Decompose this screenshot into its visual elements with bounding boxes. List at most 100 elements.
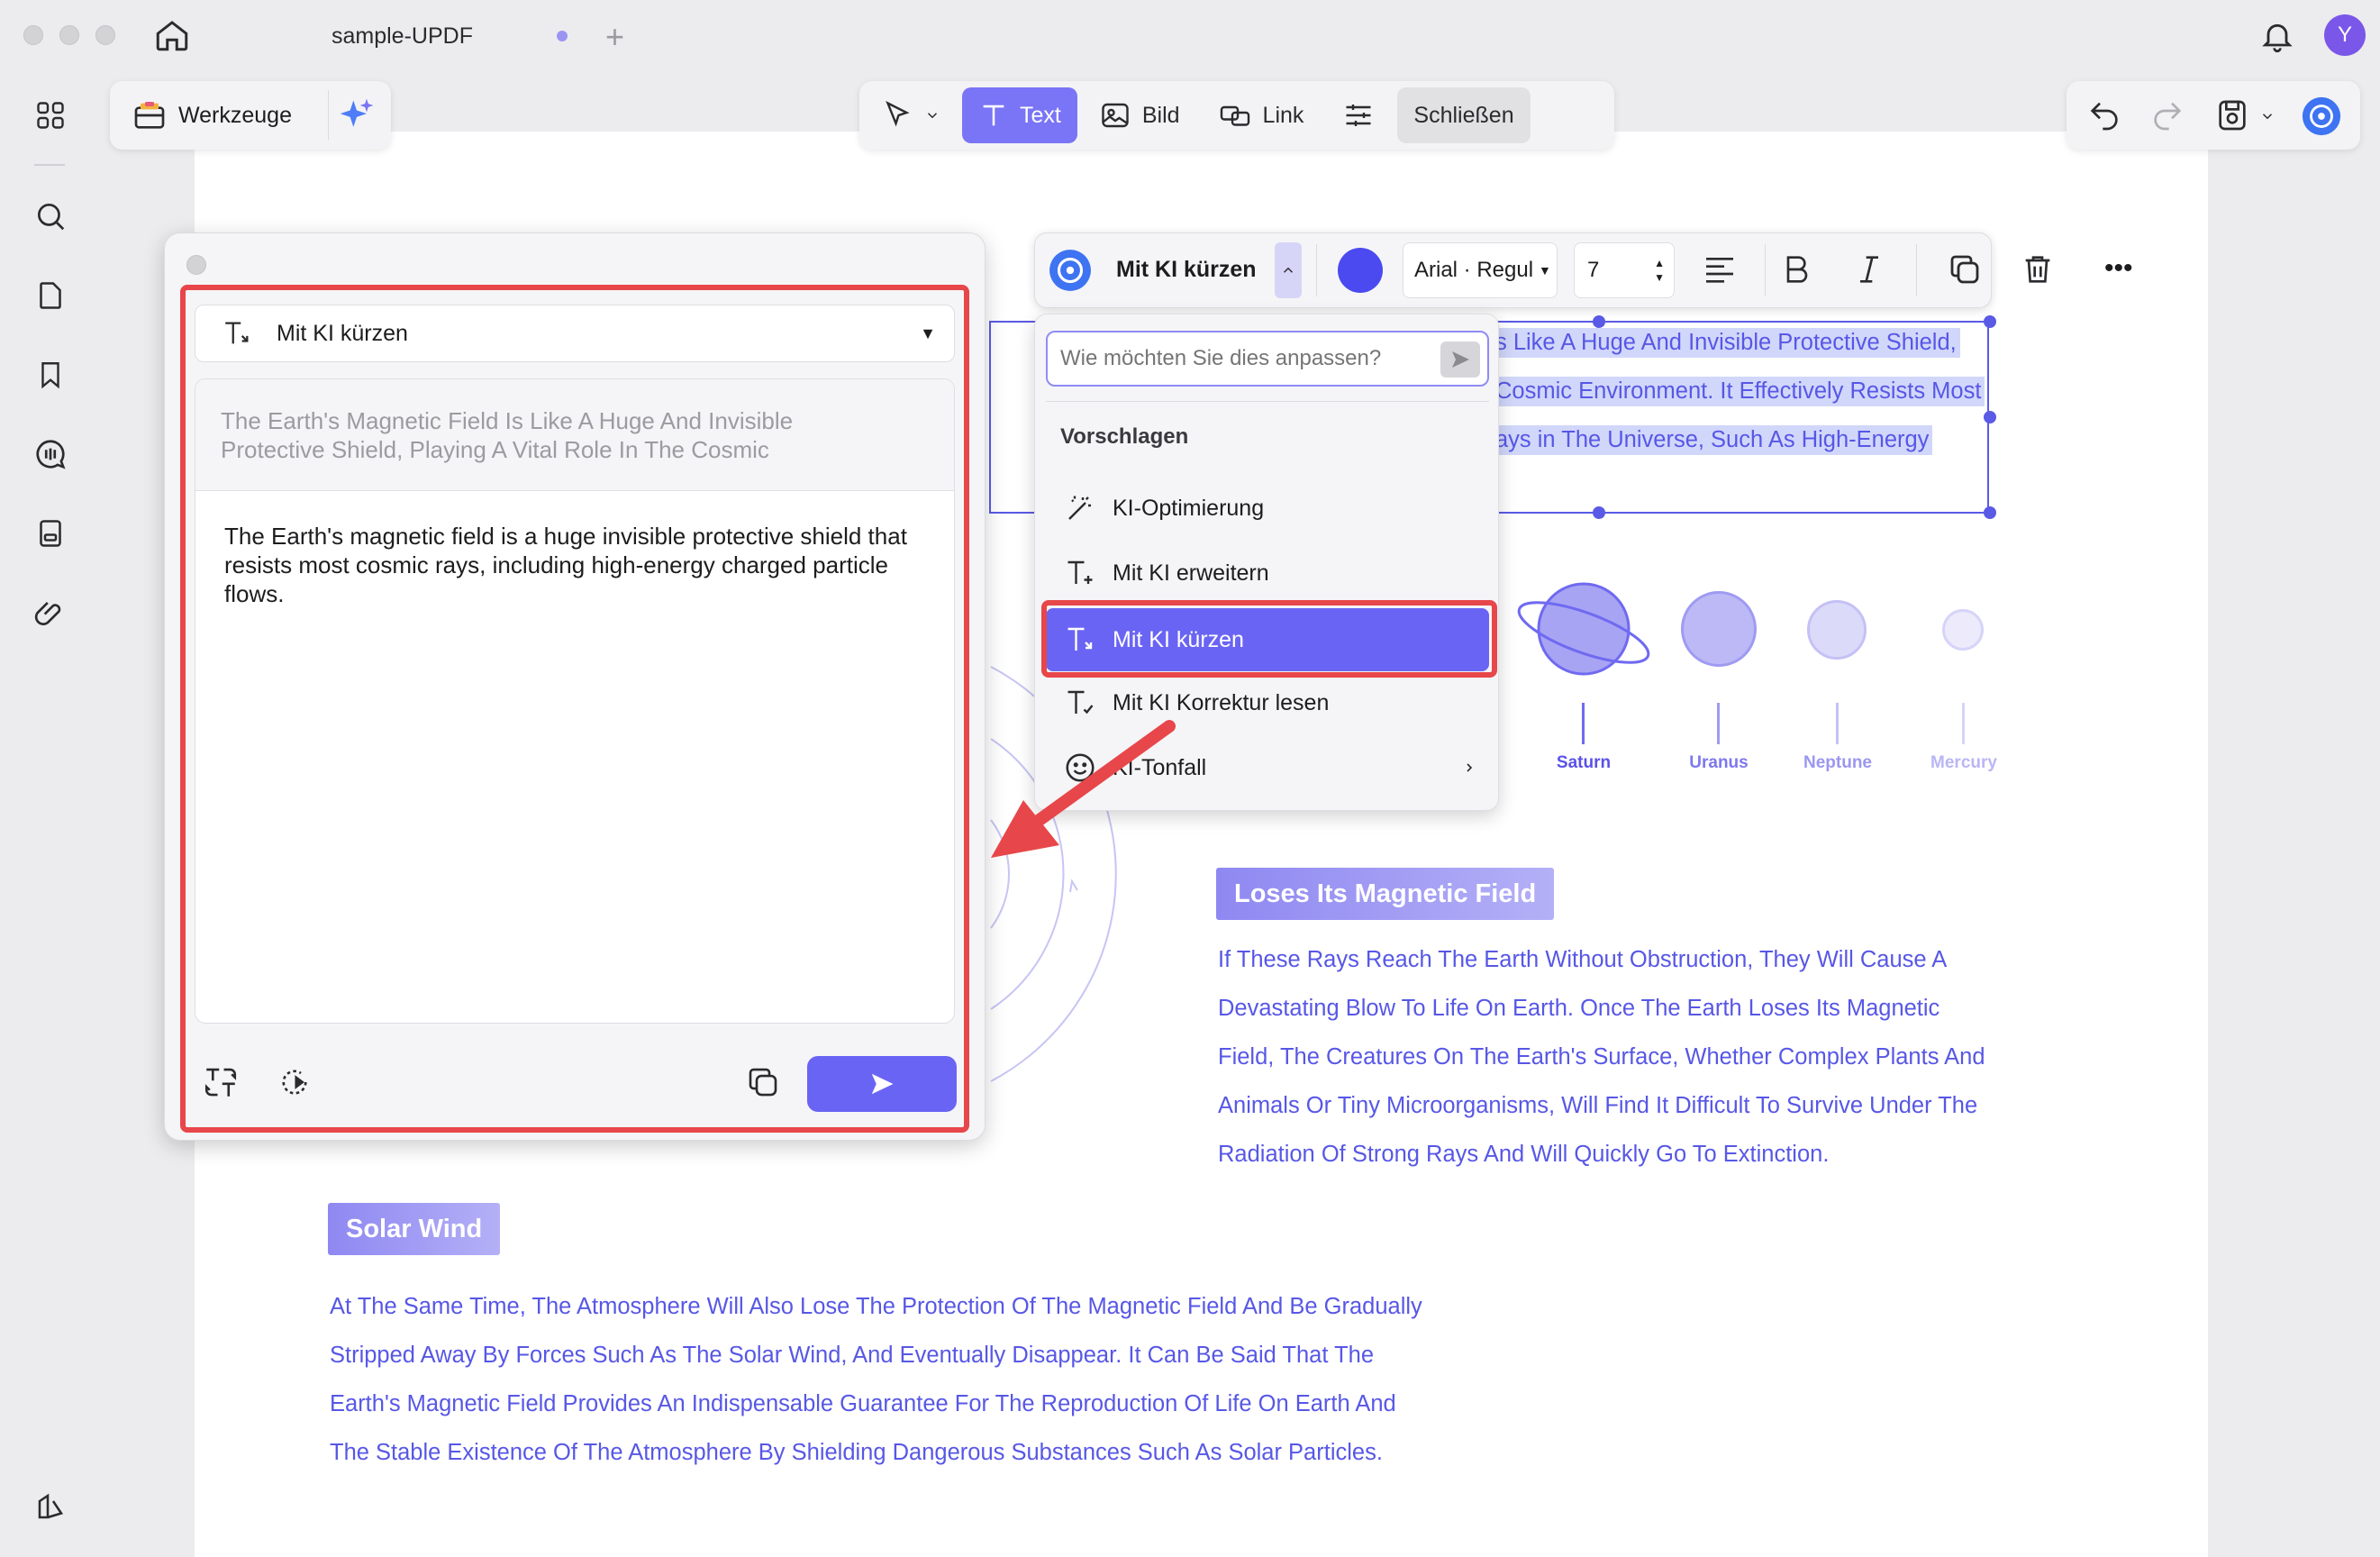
attachment-icon[interactable] [31,593,70,633]
unsaved-dot [557,31,568,41]
resize-handle[interactable] [1984,315,1996,328]
selected-text-line[interactable]: ays in The Universe, Such As High-Energy [1492,425,1933,455]
window-zoom-button[interactable] [95,25,115,45]
ai-menu-toggle[interactable] [1275,242,1302,298]
font-size-stepper[interactable]: 7 ▲ ▼ [1574,242,1675,298]
search-icon[interactable] [31,196,70,236]
menu-item-label: KI-Optimierung [1113,495,1265,521]
uranus-planet [1681,591,1757,667]
ai-prompt-field[interactable] [1046,331,1489,387]
menu-item-ki-optimierung[interactable]: KI-Optimierung [1035,477,1500,540]
stepper-arrows-icon[interactable]: ▲ ▼ [1654,256,1665,285]
paragraph-line[interactable]: Earth's Magnetic Field Provides An Indis… [330,1379,1396,1428]
text-tool-button[interactable]: Text [962,87,1077,143]
ai-text-area: The Earth's Magnetic Field Is Like A Hug… [195,378,955,1024]
resize-handle[interactable] [1593,506,1605,519]
dropdown-arrow-icon: ▼ [1539,263,1551,278]
menu-item-label: Mit KI erweitern [1113,560,1269,586]
form-icon[interactable] [31,514,70,553]
toolbox-icon [132,97,168,133]
home-icon[interactable] [153,16,191,54]
ai-result-text[interactable]: The Earth's magnetic field is a huge inv… [224,522,936,608]
image-icon [1102,103,1129,128]
resize-handle[interactable] [1593,315,1605,328]
right-toolbar [2067,81,2360,150]
ai-action-label[interactable]: Mit KI kürzen [1116,257,1257,283]
paragraph-line[interactable]: The Stable Existence Of The Atmosphere B… [330,1428,1383,1477]
menu-item-mit-ki-erweitern[interactable]: Mit KI erweitern [1035,542,1500,605]
selected-text-line[interactable]: s Like A Huge And Invisible Protective S… [1492,328,1960,358]
new-tab-button[interactable]: + [605,18,624,56]
magic-wand-icon [1060,492,1100,524]
chevron-right-icon [1462,759,1476,777]
text-expand-icon [1060,557,1100,589]
italic-icon[interactable] [1851,250,1887,289]
select-tool-button[interactable] [865,87,957,143]
saturn-planet [1513,573,1658,681]
resize-handle[interactable] [1984,506,1996,519]
image-tool-button[interactable]: Bild [1083,87,1196,143]
paragraph-line[interactable]: Devastating Blow To Life On Earth. Once … [1218,984,1939,1033]
thumbnails-icon[interactable] [31,96,70,135]
planet-line [1717,703,1720,744]
panel-close-button[interactable] [186,255,206,275]
delete-icon[interactable] [2020,250,2056,288]
edit-mode-toolbar: Text Bild Link Schließen [859,81,1614,150]
paragraph-line[interactable]: Field, The Creatures On The Earth's Surf… [1218,1033,1985,1081]
tools-button[interactable]: Werkzeuge [178,103,292,129]
undo-icon[interactable] [2086,97,2122,133]
highlight-frame [1041,600,1497,678]
bell-icon[interactable] [2259,16,2295,56]
paragraph-line[interactable]: At The Same Time, The Atmosphere Will Al… [330,1282,1422,1331]
duplicate-icon[interactable] [1946,250,1984,288]
planet-line [1962,703,1965,744]
translate-icon[interactable] [202,1063,240,1101]
user-avatar[interactable]: Y [2324,14,2366,56]
link-icon [1220,105,1249,126]
section-heading[interactable]: Loses Its Magnetic Field [1216,868,1555,920]
toolbar-divider [1316,244,1317,296]
redo-icon[interactable] [2149,97,2185,133]
planet-line [1836,703,1839,744]
regenerate-icon[interactable] [274,1063,315,1101]
copy-icon[interactable] [744,1063,782,1101]
original-text-box: The Earth's Magnetic Field Is Like A Hug… [195,379,954,491]
suggestions-heading: Vorschlagen [1060,424,1189,449]
resize-handle[interactable] [1984,411,1996,423]
ai-prompt-input[interactable] [1048,332,1426,385]
layers-icon[interactable] [31,1487,70,1526]
bookmark-icon[interactable] [31,355,70,395]
document-tab-title[interactable]: sample-UPDF [332,23,473,50]
title-bar: sample-UPDF + Y [0,0,2380,72]
close-edit-button[interactable]: Schließen [1397,87,1531,143]
ai-assistant-icon[interactable] [2301,96,2342,137]
page-icon[interactable] [31,276,70,315]
font-color-swatch[interactable] [1338,248,1383,293]
paragraph-line[interactable]: Radiation Of Strong Rays And Will Quickl… [1218,1130,1829,1179]
comment-icon[interactable] [31,434,70,474]
properties-button[interactable] [1325,87,1392,143]
window-close-button[interactable] [23,25,43,45]
window-minimize-button[interactable] [59,25,79,45]
align-left-icon[interactable] [1702,251,1738,287]
link-tool-button[interactable]: Link [1202,87,1321,143]
paragraph-line[interactable]: If These Rays Reach The Earth Without Ob… [1218,935,1947,984]
selected-text-line[interactable]: Cosmic Environment. It Effectively Resis… [1492,377,1985,406]
bold-icon[interactable] [1779,250,1815,289]
font-family-select[interactable]: Arial · Regul ▼ [1403,242,1558,298]
paragraph-line[interactable]: Stripped Away By Forces Such As The Sola… [330,1331,1374,1379]
paragraph-line[interactable]: Animals Or Tiny Microorganisms, Will Fin… [1218,1081,1977,1130]
font-size-value: 7 [1587,258,1600,282]
neptune-planet [1807,600,1867,660]
apply-send-button[interactable] [807,1056,957,1112]
section-heading[interactable]: Solar Wind [328,1203,501,1255]
save-icon[interactable] [2214,97,2250,133]
save-chevron-icon[interactable] [2259,108,2276,124]
ai-mode-select[interactable]: Mit KI kürzen ▼ [195,305,955,362]
ai-assistant-icon[interactable] [1048,248,1093,293]
ai-sparkle-icon[interactable] [337,96,377,135]
prompt-send-button[interactable] [1440,341,1480,378]
text-shorten-icon [221,318,253,349]
planet-label: Saturn [1556,753,1612,772]
more-options-icon[interactable]: ••• [2104,255,2133,282]
